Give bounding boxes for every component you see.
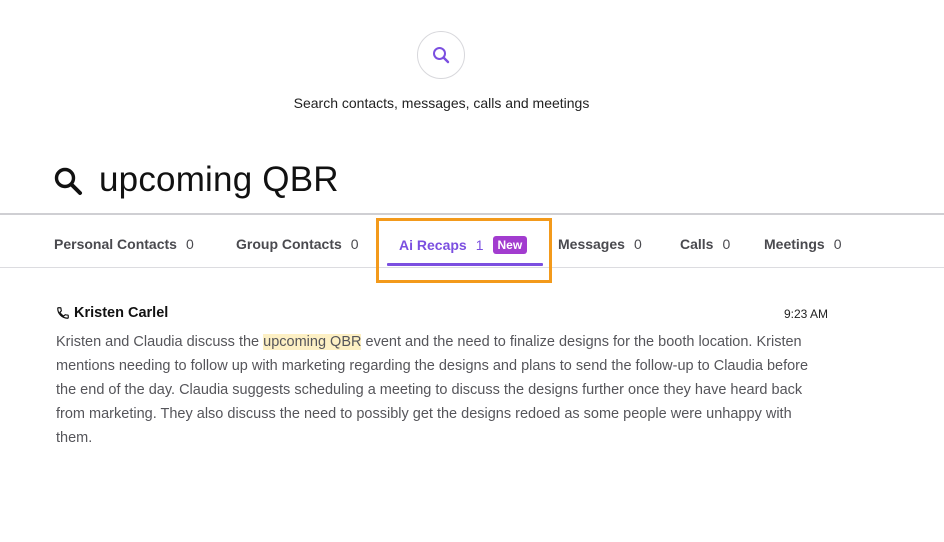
tab-label: Meetings — [764, 236, 825, 252]
tab-label: Ai Recaps — [399, 237, 467, 253]
search-page: Search contacts, messages, calls and mee… — [0, 0, 944, 542]
summary-text: event and the need to finalize designs f… — [56, 334, 809, 446]
divider — [0, 213, 944, 215]
ai-recap-result[interactable]: Kristen Carlel 9:23 AM Kristen and Claud… — [56, 302, 828, 450]
search-hint: Search contacts, messages, calls and mee… — [293, 95, 590, 111]
tab-count: 1 — [475, 237, 484, 253]
search-icon — [433, 47, 450, 64]
search-match-highlight: upcoming QBR — [263, 334, 362, 350]
tab-count: 0 — [833, 236, 842, 252]
tab-personal-contacts[interactable]: Personal Contacts 0 — [54, 236, 194, 252]
tab-label: Group Contacts — [236, 236, 342, 252]
summary-text: Kristen and Claudia discuss the — [56, 334, 264, 350]
active-tab-indicator — [387, 263, 543, 266]
recap-summary: Kristen and Claudia discuss the upcoming… — [56, 330, 816, 450]
tab-count: 0 — [633, 236, 642, 252]
tab-count: 0 — [185, 236, 194, 252]
search-query-input[interactable] — [99, 160, 799, 200]
tab-count: 0 — [722, 236, 731, 252]
search-button[interactable] — [417, 31, 465, 79]
tab-meetings[interactable]: Meetings 0 — [764, 236, 841, 252]
contact-name: Kristen Carlel — [74, 305, 169, 321]
divider — [0, 267, 944, 268]
tab-label: Personal Contacts — [54, 236, 177, 252]
tab-count: 0 — [350, 236, 359, 252]
phone-icon — [57, 307, 69, 319]
tab-messages[interactable]: Messages 0 — [558, 236, 642, 252]
tab-calls[interactable]: Calls 0 — [680, 236, 730, 252]
tab-group-contacts[interactable]: Group Contacts 0 — [236, 236, 359, 252]
new-badge: New — [492, 236, 528, 254]
search-icon — [54, 167, 82, 195]
tab-label: Calls — [680, 236, 714, 252]
result-header: Kristen Carlel — [56, 302, 828, 324]
tab-ai-recaps[interactable]: Ai Recaps 1 New — [399, 236, 528, 254]
result-timestamp: 9:23 AM — [783, 307, 828, 321]
tab-label: Messages — [558, 236, 625, 252]
